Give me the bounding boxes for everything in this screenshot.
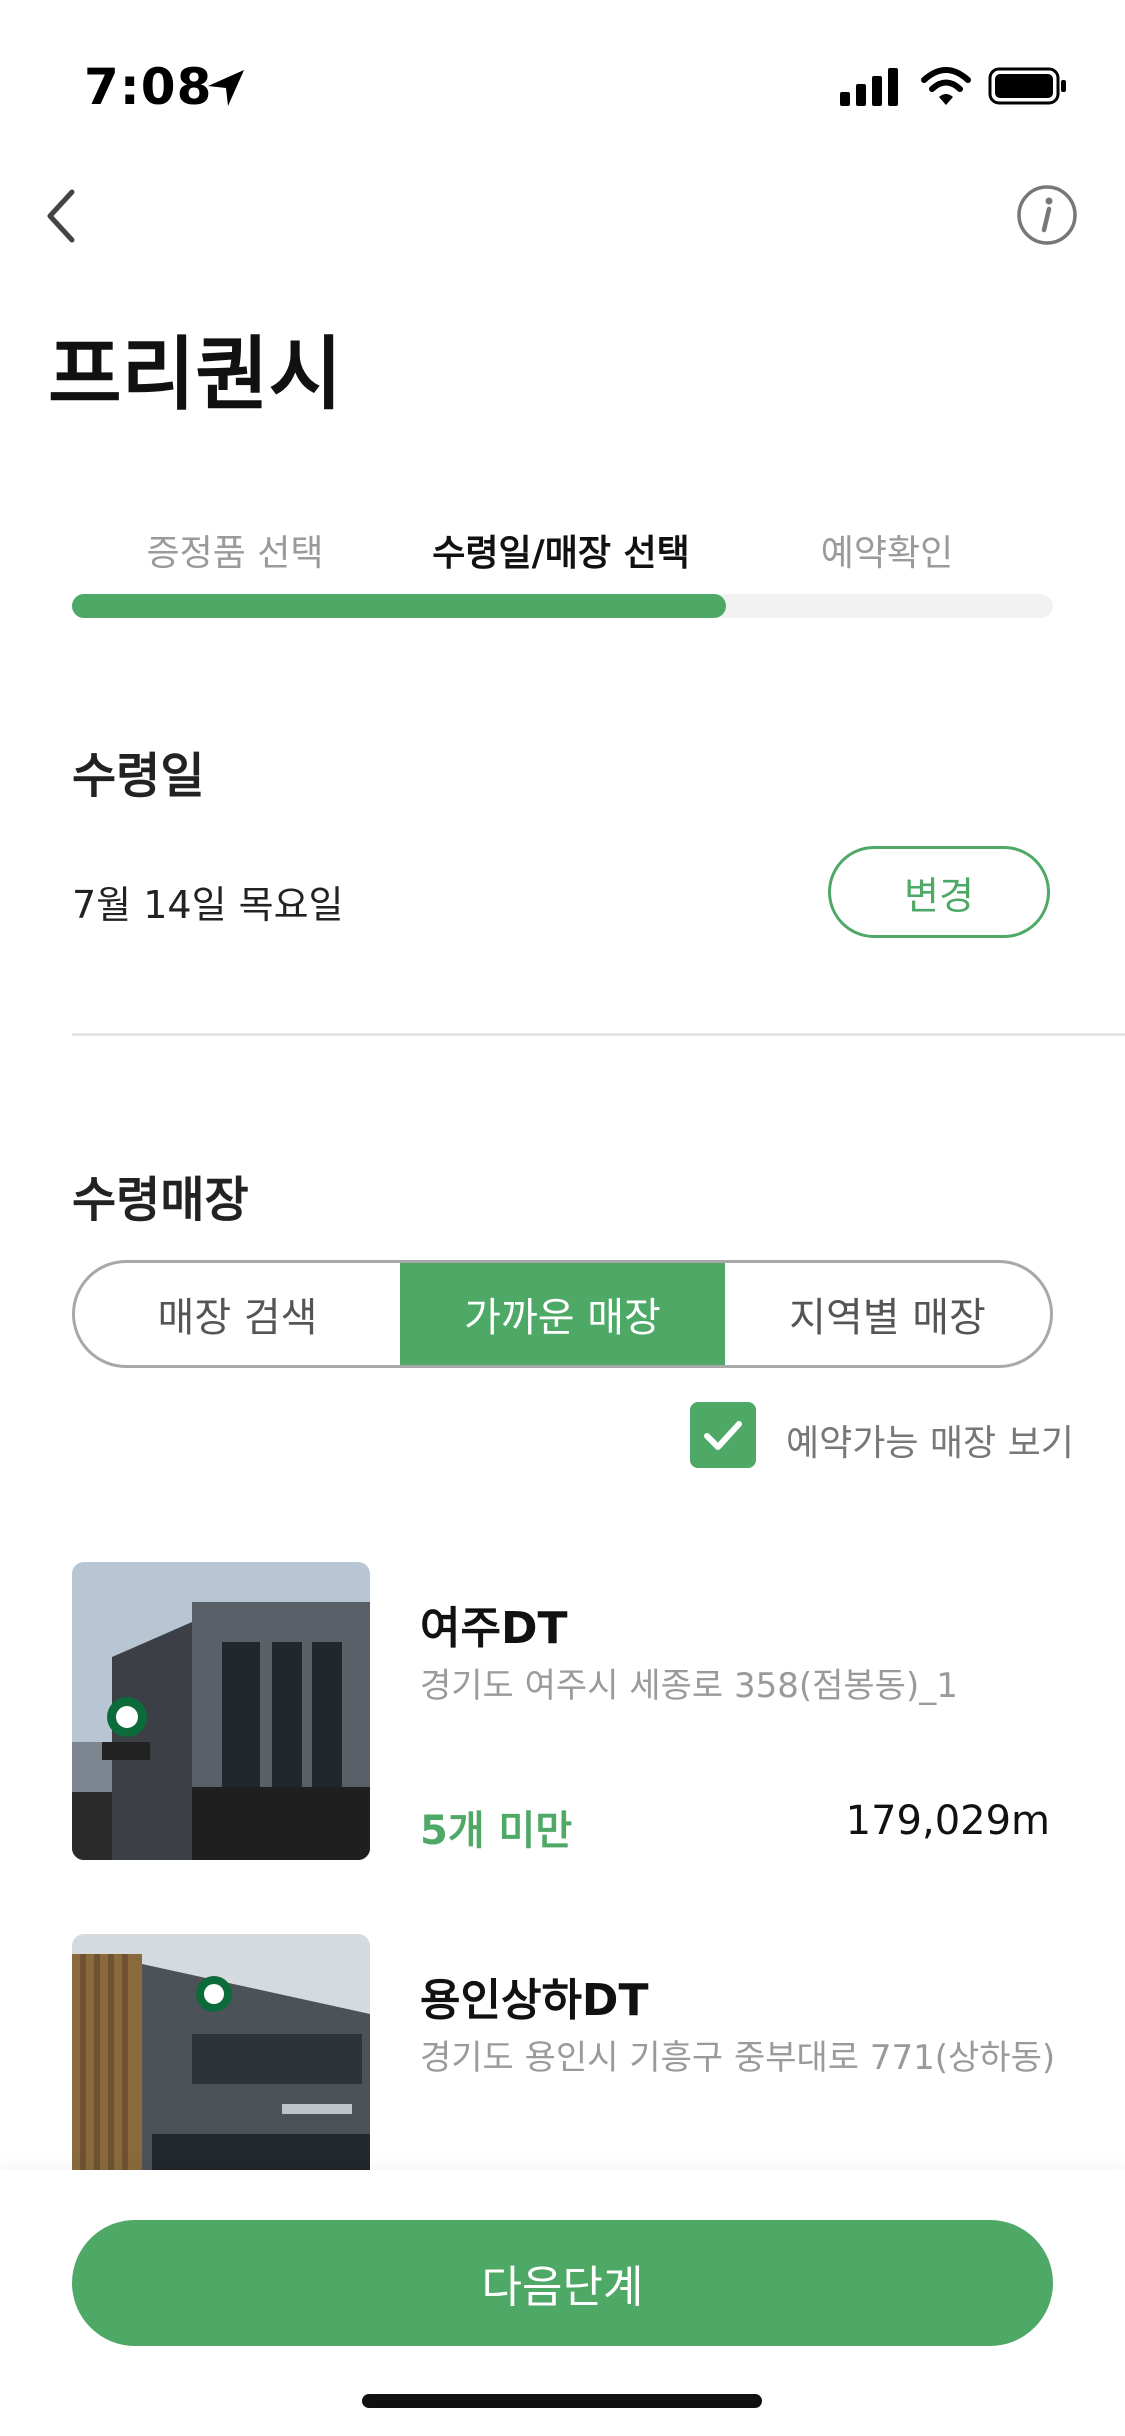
tab-regional-stores[interactable]: 지역별 매장 [725, 1263, 1050, 1365]
store-stock: 5개 미만 [420, 1808, 573, 1854]
signal-icon [840, 68, 898, 106]
progress-fill [72, 594, 726, 618]
store-photo[interactable] [72, 1562, 370, 1860]
page-title: 프리퀀시 [48, 328, 343, 421]
battery-icon [988, 67, 1066, 105]
pickup-date-title: 수령일 [72, 748, 205, 804]
wifi-icon [921, 67, 971, 105]
tab-store-search[interactable]: 매장 검색 [75, 1263, 400, 1365]
step-confirm: 예약확인 [820, 533, 954, 574]
pickup-date-value: 7월 14일 목요일 [72, 883, 344, 927]
pickup-store-title: 수령매장 [72, 1172, 249, 1228]
store-name[interactable]: 용인상하DT [420, 1964, 648, 2028]
store-filter-tabs: 매장 검색 가까운 매장 지역별 매장 [72, 1260, 1053, 1368]
location-arrow-icon [208, 70, 244, 106]
back-chevron-icon[interactable] [40, 184, 84, 248]
home-indicator [362, 2394, 762, 2408]
status-time: 7:08 [84, 58, 213, 116]
available-stores-label: 예약가능 매장 보기 [786, 1423, 1074, 1464]
divider [72, 1033, 1125, 1036]
next-step-button[interactable]: 다음단계 [72, 2220, 1053, 2346]
store-distance: 179,029m [845, 1798, 1050, 1844]
step-gift-select: 증정품 선택 [146, 533, 324, 574]
store-address: 경기도 여주시 세종로 358(점봉동)_1 [420, 1666, 958, 1706]
store-address: 경기도 용인시 기흥구 중부대로 771(상하동) [420, 2038, 1056, 2078]
store-name[interactable]: 여주DT [420, 1592, 568, 1656]
checkmark-icon [704, 1421, 742, 1450]
step-date-store-select: 수령일/매장 선택 [432, 533, 690, 574]
info-icon[interactable] [1016, 184, 1078, 246]
change-date-button[interactable]: 변경 [828, 846, 1050, 938]
tab-nearby-stores[interactable]: 가까운 매장 [400, 1263, 725, 1365]
available-stores-checkbox[interactable] [690, 1402, 756, 1468]
